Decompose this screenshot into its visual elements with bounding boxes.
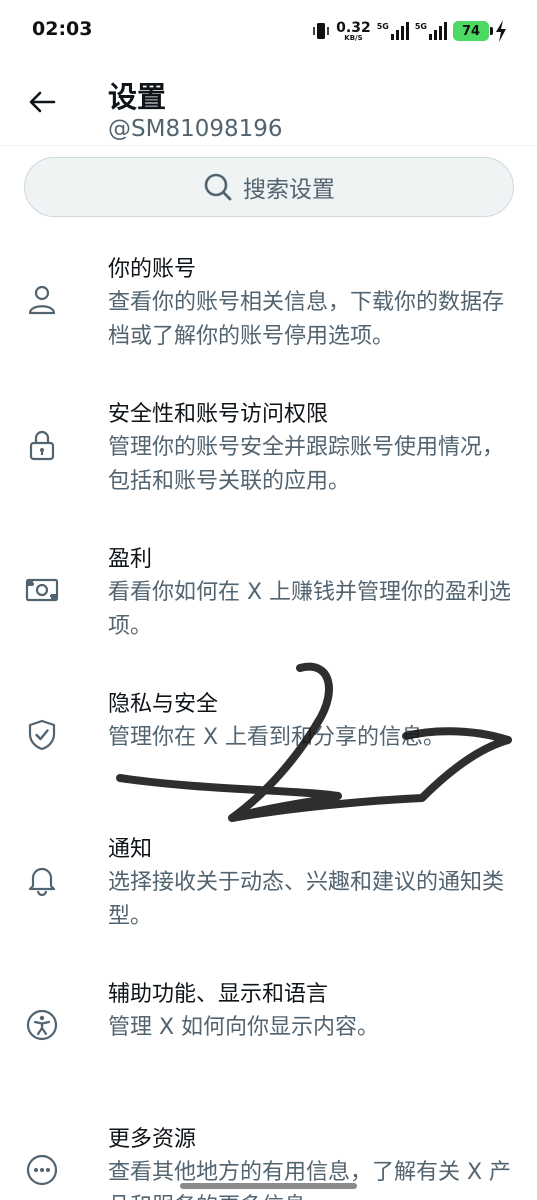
- setting-description: 看看你如何在 X 上赚钱并管理你的盈利选项。: [108, 580, 512, 639]
- setting-description: 选择接收关于动态、兴趣和建议的通知类型。: [108, 870, 505, 929]
- sim1-network-type: 5G: [376, 22, 389, 31]
- search-placeholder: 搜索设置: [243, 177, 335, 203]
- setting-title: 更多资源: [108, 1127, 197, 1152]
- setting-privacy-safety[interactable]: 隐私与安全 管理你在 X 上看到和分享的信息。: [0, 657, 537, 802]
- accessibility-icon: [26, 1009, 58, 1041]
- battery-indicator: 74: [453, 21, 493, 41]
- vibrate-icon: [313, 23, 329, 39]
- more-icon: [26, 1154, 58, 1186]
- setting-title: 通知: [108, 837, 153, 862]
- signal-sim1: 5G: [377, 22, 409, 40]
- status-icons: 0.32 KB/S 5G 5G 74: [312, 18, 507, 44]
- setting-title: 盈利: [108, 547, 153, 572]
- page-title: 设置: [108, 80, 167, 114]
- money-icon: [25, 578, 59, 602]
- user-handle: @SM81098196: [108, 116, 283, 142]
- settings-list: 你的账号 查看你的账号相关信息，下载你的数据存档或了解你的账号停用选项。 安全性…: [0, 222, 537, 1200]
- setting-your-account[interactable]: 你的账号 查看你的账号相关信息，下载你的数据存档或了解你的账号停用选项。: [0, 222, 537, 367]
- arrow-left-icon: [29, 91, 56, 113]
- setting-monetization[interactable]: 盈利 看看你如何在 X 上赚钱并管理你的盈利选项。: [0, 512, 537, 657]
- setting-title: 辅助功能、显示和语言: [108, 982, 329, 1007]
- lock-icon: [29, 430, 55, 461]
- setting-description: 查看你的账号相关信息，下载你的数据存档或了解你的账号停用选项。: [108, 290, 505, 349]
- home-indicator[interactable]: [180, 1183, 357, 1189]
- network-speed-value: 0.32: [336, 19, 371, 36]
- charging-icon: [496, 20, 506, 42]
- shield-icon: [28, 719, 56, 751]
- signal-bars-icon: [429, 22, 447, 40]
- setting-notifications[interactable]: 通知 选择接收关于动态、兴趣和建议的通知类型。: [0, 802, 537, 947]
- setting-title: 安全性和账号访问权限: [108, 402, 329, 427]
- setting-title: 隐私与安全: [108, 692, 219, 717]
- setting-title: 你的账号: [108, 257, 197, 282]
- status-bar: 02:03 0.32 KB/S 5G 5G 74: [0, 0, 537, 62]
- network-speed: 0.32 KB/S: [336, 21, 371, 42]
- bell-icon: [28, 867, 56, 896]
- setting-accessibility-display-language[interactable]: 辅助功能、显示和语言 管理 X 如何向你显示内容。: [0, 947, 537, 1092]
- back-button[interactable]: [22, 82, 62, 122]
- setting-description: 管理你的账号安全并跟踪账号使用情况，包括和账号关联的应用。: [108, 435, 505, 494]
- search-icon: [204, 173, 232, 201]
- status-time: 02:03: [32, 18, 93, 40]
- network-speed-unit: KB/S: [344, 33, 363, 42]
- battery-level: 74: [461, 23, 481, 39]
- sim2-network-type: 5G: [414, 22, 427, 31]
- setting-description: 查看其他地方的有用信息，了解有关 X 产品和服务的更多信息。: [108, 1160, 512, 1200]
- settings-header: 设置 @SM81098196: [0, 62, 537, 146]
- signal-bars-icon: [390, 22, 409, 40]
- setting-description: 管理 X 如何向你显示内容。: [108, 1015, 380, 1040]
- setting-security-access[interactable]: 安全性和账号访问权限 管理你的账号安全并跟踪账号使用情况，包括和账号关联的应用。: [0, 367, 537, 512]
- person-icon: [28, 285, 56, 315]
- setting-description: 管理你在 X 上看到和分享的信息。: [108, 725, 446, 750]
- search-settings-input[interactable]: 搜索设置: [24, 157, 514, 217]
- signal-sim2: 5G: [415, 22, 447, 40]
